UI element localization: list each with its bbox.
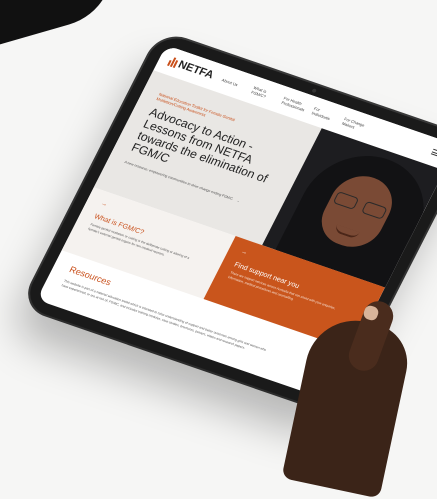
hamburger-menu-icon[interactable] [430, 148, 437, 158]
logo-text: NETFA [176, 58, 216, 82]
nav-item-change-makers[interactable]: For Change Makers [341, 116, 366, 132]
photo-scene: NETFA About Us What is FGM/C? For Health… [0, 0, 437, 499]
nav-item-what-is-fgmc[interactable]: What is FGM/C? [250, 85, 275, 101]
arrow-right-icon: → [235, 198, 241, 204]
dark-corner-shape [0, 0, 127, 50]
nav-item-health-professionals[interactable]: For Health Professionals [281, 95, 306, 112]
hero-title: Advocacy to Action - Lessons from NETFA … [129, 105, 271, 186]
tablet-camera [311, 88, 317, 94]
nav-item-about[interactable]: About Us [221, 77, 244, 89]
nav-item-individuals[interactable]: For Individuals [311, 106, 336, 122]
hand-palm [281, 311, 415, 499]
holding-hand [281, 297, 415, 499]
